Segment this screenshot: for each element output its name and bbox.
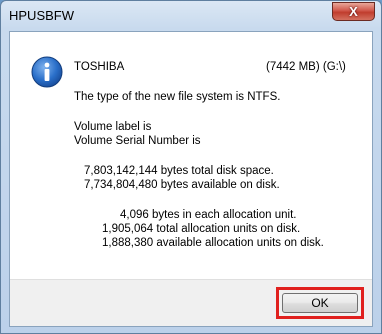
dialog-window: HPUSBFW X TOSHIBA (7442 MB) (G:\) The ty… (0, 0, 382, 334)
available-units-text: 1,888,380 available allocation units on … (102, 237, 324, 249)
button-bar: OK (10, 279, 372, 326)
total-units-text: 1,905,064 total allocation units on disk… (102, 223, 301, 235)
filesystem-text: The type of the new file system is NTFS. (74, 91, 281, 103)
ok-button[interactable]: OK (282, 293, 358, 313)
device-info: (7442 MB) (G:\) (266, 61, 346, 73)
total-space-text: 7,803,142,144 bytes total disk space. (84, 165, 274, 177)
close-icon: X (349, 4, 358, 19)
close-button[interactable]: X (332, 2, 375, 21)
alloc-unit-text: 4,096 bytes in each allocation unit. (120, 209, 297, 221)
volume-label-text: Volume label is (74, 121, 152, 133)
dialog-content: TOSHIBA (7442 MB) (G:\) The type of the … (9, 31, 373, 327)
device-name: TOSHIBA (74, 61, 125, 73)
info-icon (31, 56, 63, 88)
available-space-text: 7,734,804,480 bytes available on disk. (84, 179, 280, 191)
window-title: HPUSBFW (9, 8, 74, 23)
volume-serial-text: Volume Serial Number is (74, 135, 201, 147)
ok-highlight-box: OK (276, 287, 364, 319)
